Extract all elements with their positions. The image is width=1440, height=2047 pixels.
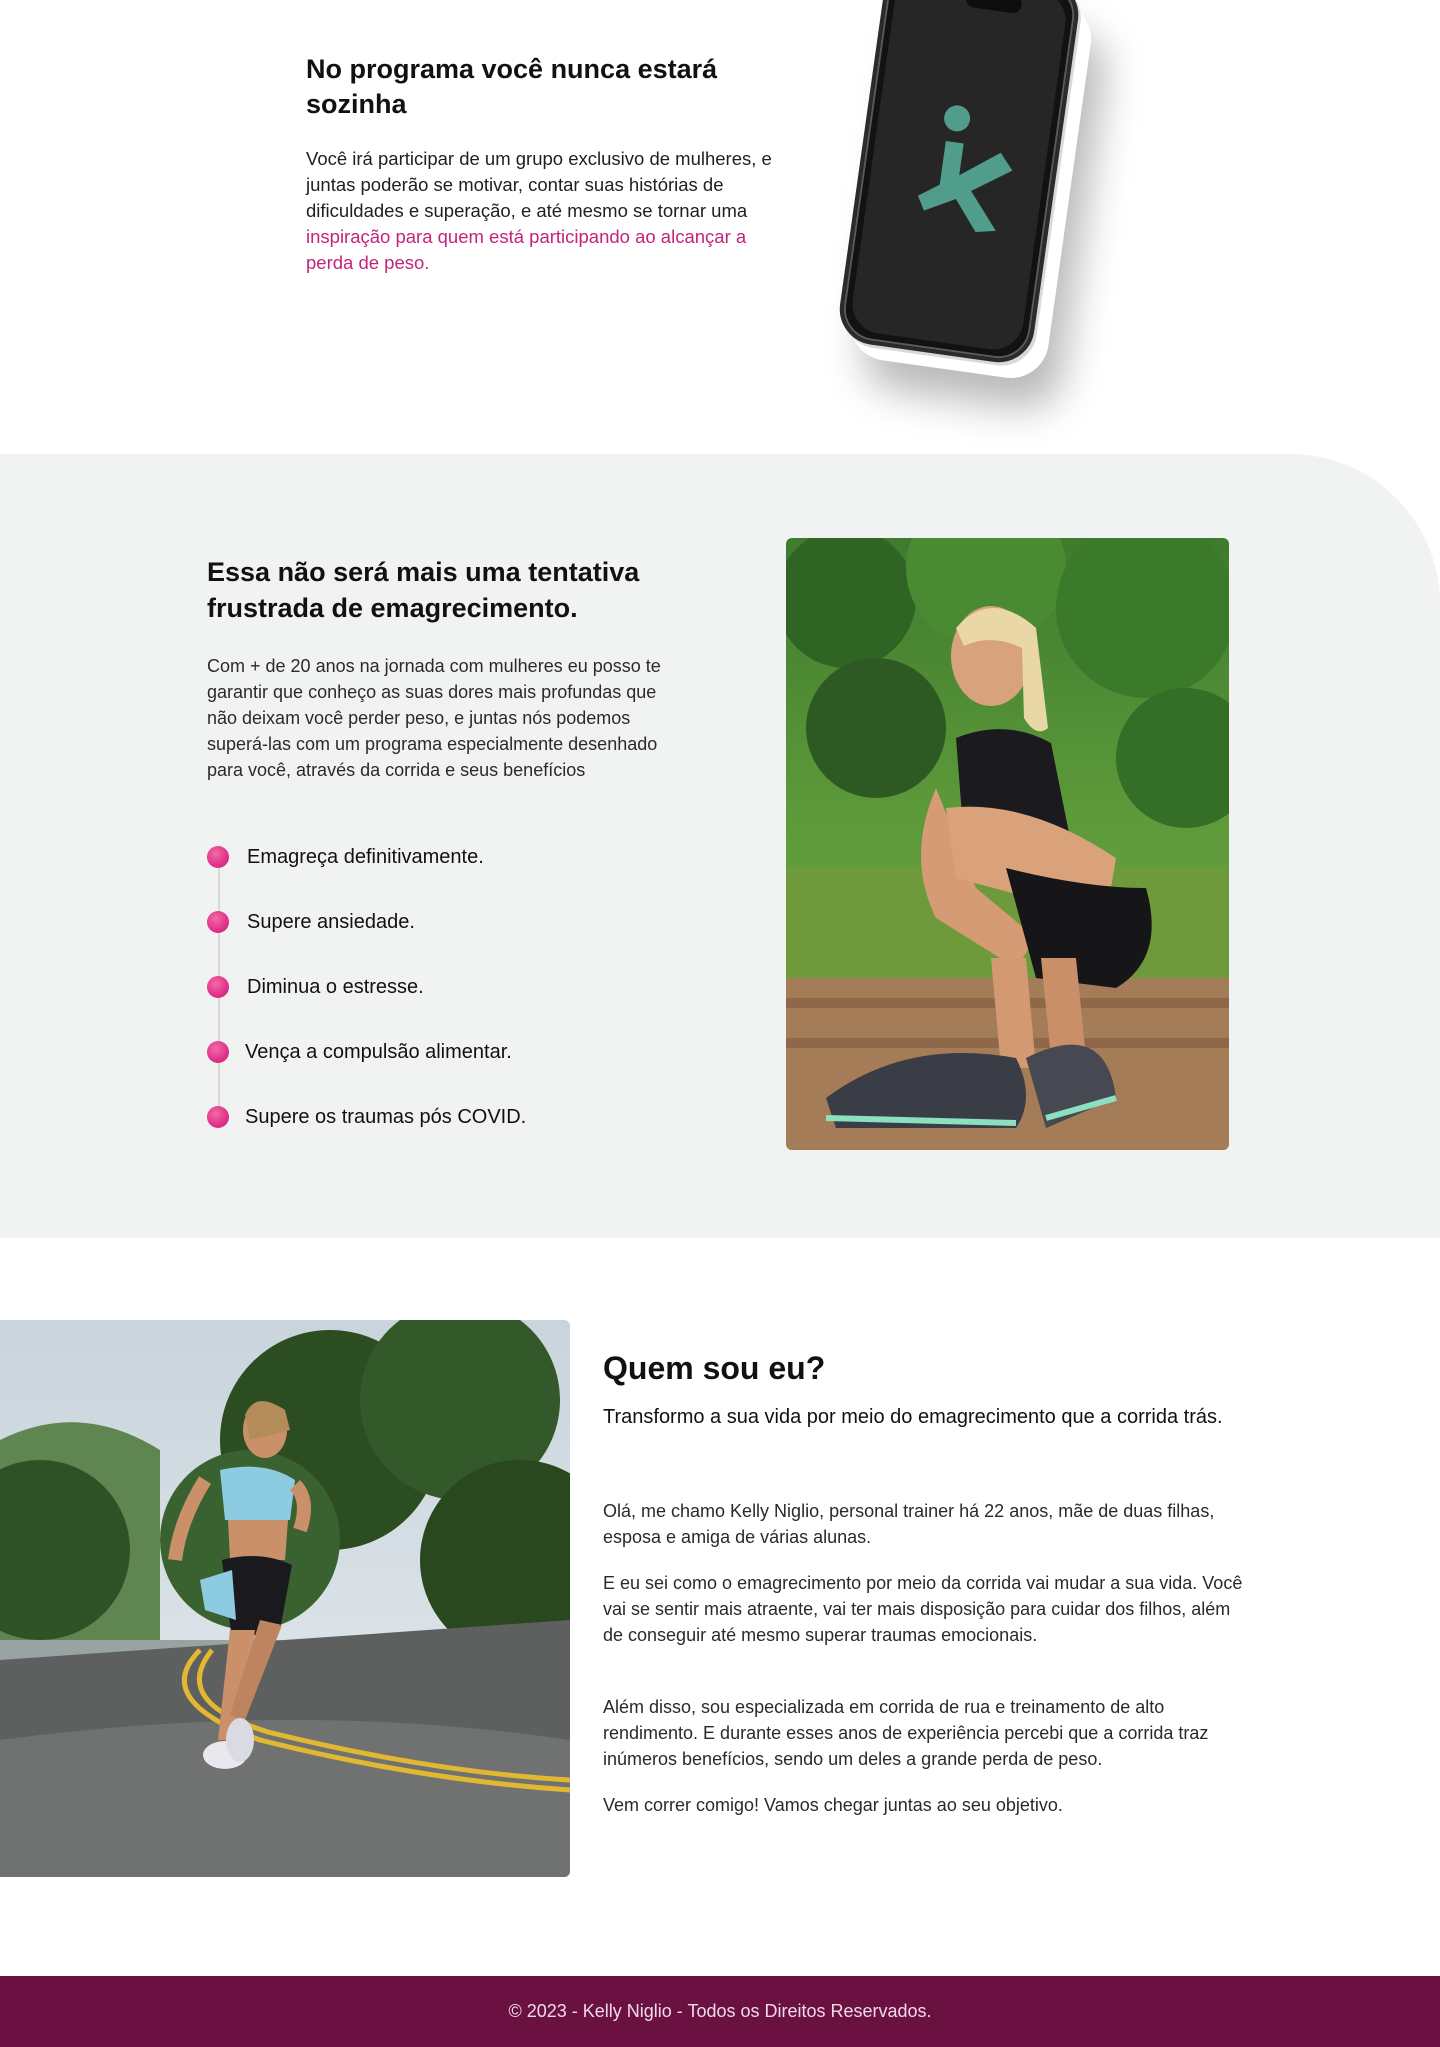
benefit-label: Supere ansiedade. xyxy=(247,910,415,933)
community-text: Você irá participar de um grupo exclusiv… xyxy=(306,146,786,276)
about-paragraph: E eu sei como o emagrecimento por meio d… xyxy=(603,1573,1243,1645)
about-paragraph: Vem correr comigo! Vamos chegar juntas a… xyxy=(603,1795,1063,1815)
no-frustration-text: Com + de 20 anos na jornada com mulheres… xyxy=(207,656,661,780)
trainer-running-image xyxy=(0,1320,570,1877)
about-title: Quem sou eu? xyxy=(603,1350,826,1386)
benefit-item: Supere os traumas pós COVID. xyxy=(207,1102,526,1132)
trainer-running-photo xyxy=(0,1320,570,1877)
community-title: No programa você nunca estará sozinha xyxy=(306,54,718,119)
timeline-dot-icon xyxy=(207,976,229,998)
benefit-label: Emagreça definitivamente. xyxy=(247,845,484,868)
timeline-dot-icon xyxy=(207,1106,229,1128)
timeline-dot-icon xyxy=(207,1041,229,1063)
about-paragraph: Olá, me chamo Kelly Niglio, personal tra… xyxy=(603,1501,1215,1547)
benefit-item: Supere ansiedade. xyxy=(207,907,415,937)
running-person-logo-icon xyxy=(917,105,1013,233)
trainer-sitting-image xyxy=(786,538,1229,1150)
benefit-label: Diminua o estresse. xyxy=(247,975,424,998)
timeline-dot-icon xyxy=(207,911,229,933)
benefit-item: Diminua o estresse. xyxy=(207,972,424,1002)
about-section: Quem sou eu? Transformo a sua vida por m… xyxy=(0,1238,1440,1976)
trainer-sitting-photo xyxy=(786,538,1229,1150)
about-subtitle: Transformo a sua vida por meio do emagre… xyxy=(603,1406,1223,1428)
benefit-item: Emagreça definitivamente. xyxy=(207,842,484,872)
timeline-dot-icon xyxy=(207,846,229,868)
phone-mockup xyxy=(822,0,1108,394)
title-part: Essa xyxy=(207,557,278,587)
community-text-plain: Você irá participar de um grupo exclusiv… xyxy=(306,148,772,221)
no-frustration-section: Essa não será mais uma tentativa frustra… xyxy=(0,454,1440,1238)
phone-notch xyxy=(964,0,1023,15)
footer-copyright: © 2023 - Kelly Niglio - Todos os Direito… xyxy=(508,2001,932,2021)
about-paragraph: Além disso, sou especializada em corrida… xyxy=(603,1697,1209,1769)
community-text-highlight: inspiração para quem está participando a… xyxy=(306,226,747,273)
benefit-label: Vença a compulsão alimentar. xyxy=(245,1040,512,1063)
no-frustration-title: Essa não será mais uma tentativa frustra… xyxy=(207,554,687,626)
benefit-label: Supere os traumas pós COVID. xyxy=(245,1105,527,1128)
phone-screen xyxy=(848,0,1070,354)
title-part: será mais uma xyxy=(325,557,529,587)
community-section: No programa você nunca estará sozinha Vo… xyxy=(0,0,1440,454)
benefit-item: Vença a compulsão alimentar. xyxy=(207,1037,512,1067)
site-footer: © 2023 - Kelly Niglio - Todos os Direito… xyxy=(0,1976,1440,2047)
title-bold: não xyxy=(277,557,326,587)
title-part: de emagrecimento. xyxy=(324,593,578,623)
